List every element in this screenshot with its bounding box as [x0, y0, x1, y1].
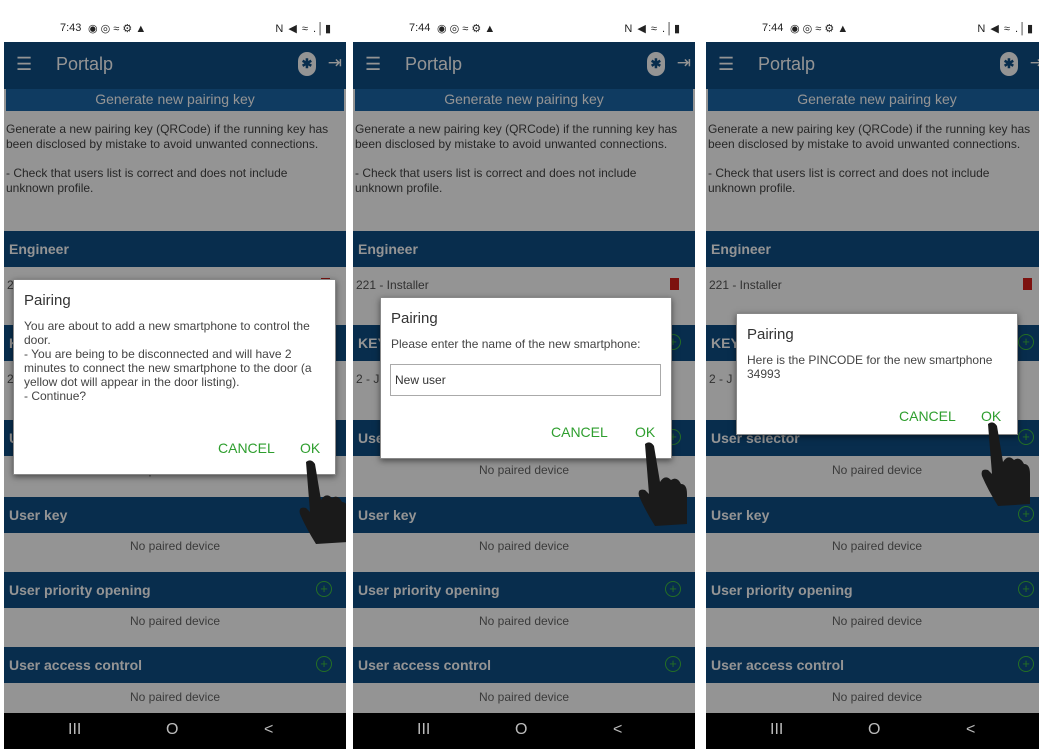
- smartphone-name-input[interactable]: [390, 364, 661, 396]
- back-button[interactable]: <: [966, 721, 975, 739]
- pairing-dialog: Pairing You are about to add a new smart…: [13, 279, 336, 475]
- pointing-hand-icon: [981, 422, 1030, 506]
- pointing-hand-icon: [299, 460, 346, 544]
- dialog-message: Please enter the name of the new smartph…: [391, 337, 641, 351]
- dialog-title: Pairing: [24, 292, 71, 309]
- home-button[interactable]: O: [868, 721, 880, 739]
- pincode-dialog: Pairing Here is the PINCODE for the new …: [736, 313, 1018, 435]
- status-icons-left: ◉ ◎ ≈ ⚙ ▲: [790, 23, 849, 35]
- status-bar: 7:44 ◉ ◎ ≈ ⚙ ▲ N ◀ ≈ .│▮: [706, 0, 1039, 42]
- back-button[interactable]: <: [613, 721, 622, 739]
- back-button[interactable]: <: [264, 721, 273, 739]
- pointing-hand-icon: [638, 442, 687, 526]
- status-bar: 7:43 ◉ ◎ ≈ ⚙ ▲ N ◀ ≈ .│▮: [4, 0, 346, 42]
- status-time: 7:44: [762, 22, 784, 34]
- status-icons-right: N ◀ ≈ .│▮: [624, 23, 681, 35]
- recents-button[interactable]: III: [68, 721, 81, 739]
- ok-button[interactable]: OK: [635, 424, 655, 440]
- dialog-title: Pairing: [747, 326, 794, 343]
- status-icons-left: ◉ ◎ ≈ ⚙ ▲: [437, 23, 496, 35]
- status-icons-right: N ◀ ≈ .│▮: [275, 23, 332, 35]
- recents-button[interactable]: III: [417, 721, 430, 739]
- home-button[interactable]: O: [166, 721, 178, 739]
- recents-button[interactable]: III: [770, 721, 783, 739]
- status-icons-right: N ◀ ≈ .│▮: [977, 23, 1034, 35]
- phone-screen-1: 7:43 ◉ ◎ ≈ ⚙ ▲ N ◀ ≈ .│▮ ☰ Portalp ✱ ⇥ G…: [4, 0, 346, 749]
- cancel-button[interactable]: CANCEL: [899, 408, 956, 424]
- pairing-name-dialog: Pairing Please enter the name of the new…: [380, 297, 672, 459]
- phone-screen-2: 7:44 ◉ ◎ ≈ ⚙ ▲ N ◀ ≈ .│▮ ☰ Portalp ✱ ⇥ G…: [353, 0, 695, 749]
- nav-bar: III O <: [4, 713, 346, 749]
- cancel-button[interactable]: CANCEL: [551, 424, 608, 440]
- ok-button[interactable]: OK: [300, 440, 320, 456]
- home-button[interactable]: O: [515, 721, 527, 739]
- status-icons-left: ◉ ◎ ≈ ⚙ ▲: [88, 23, 147, 35]
- status-bar: 7:44 ◉ ◎ ≈ ⚙ ▲ N ◀ ≈ .│▮: [353, 0, 695, 42]
- dialog-message: Here is the PINCODE for the new smartpho…: [747, 353, 993, 381]
- phone-screen-3: 7:44 ◉ ◎ ≈ ⚙ ▲ N ◀ ≈ .│▮ ☰ Portalp ✱ ⇥ G…: [706, 0, 1039, 749]
- status-time: 7:43: [60, 22, 82, 34]
- nav-bar: III O <: [706, 713, 1039, 749]
- cancel-button[interactable]: CANCEL: [218, 440, 275, 456]
- status-time: 7:44: [409, 22, 431, 34]
- dialog-title: Pairing: [391, 310, 438, 327]
- nav-bar: III O <: [353, 713, 695, 749]
- dialog-message: You are about to add a new smartphone to…: [24, 319, 312, 403]
